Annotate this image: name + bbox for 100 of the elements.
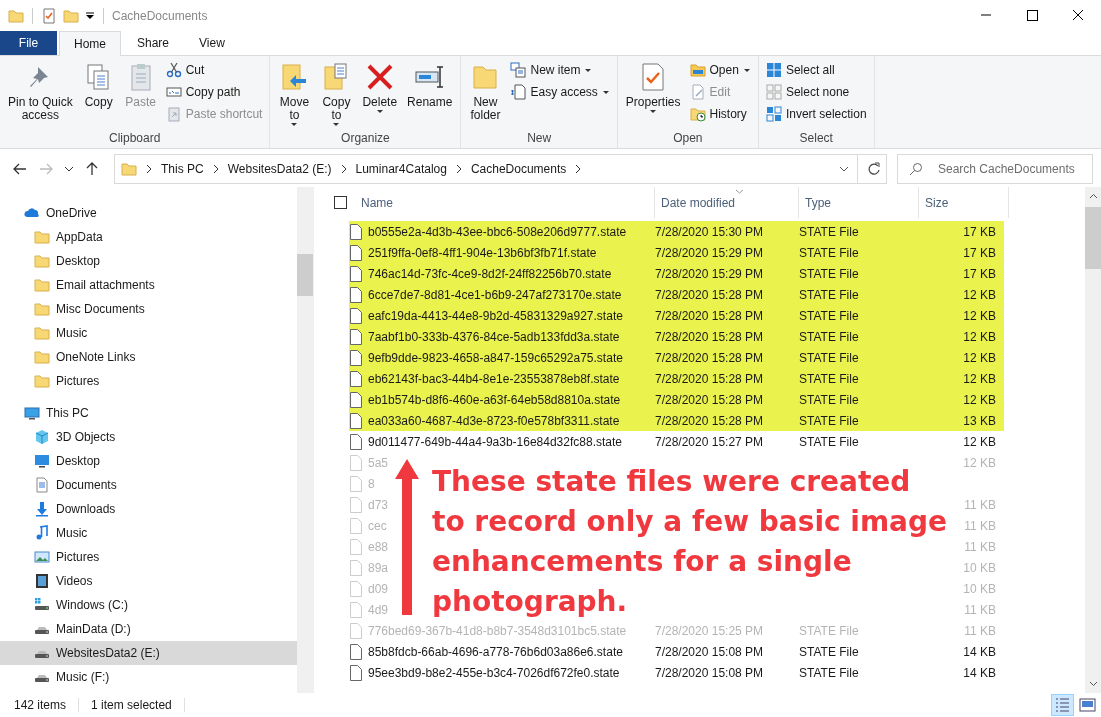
select-all-checkbox[interactable] [334, 196, 347, 209]
chevron-down-icon[interactable] [64, 164, 74, 174]
address-field[interactable]: This PC WebsitesData2 (E:) Luminar4Catalog CacheDocuments [114, 154, 887, 184]
chevron-right-icon[interactable] [339, 164, 348, 174]
scrollbar-thumb[interactable] [297, 254, 313, 296]
document-icon [34, 477, 50, 493]
nav-item[interactable]: Pictures [0, 369, 297, 393]
nav-item[interactable]: MainData (D:) [0, 617, 297, 641]
ribbon-button[interactable]: Open [686, 59, 754, 81]
nav-item[interactable]: OneNote Links [0, 345, 297, 369]
file-type: STATE File [799, 329, 859, 344]
nav-item[interactable]: Downloads [0, 497, 297, 521]
refresh-icon[interactable] [866, 161, 882, 177]
file-menu-tab[interactable]: File [0, 31, 57, 55]
chevron-down-icon[interactable] [839, 164, 849, 174]
column-header[interactable]: Type [799, 187, 919, 218]
nav-item[interactable]: Documents [0, 473, 297, 497]
chevron-right-icon[interactable] [211, 164, 220, 174]
ribbon-tab[interactable]: View [185, 31, 239, 55]
date-modified: 7/28/2020 15:28 PM [655, 350, 764, 365]
file-name[interactable]: 251f9ffa-0ef8-4ff1-904e-13b6bf3fb71f.state [368, 245, 597, 260]
dropdown-icon[interactable] [85, 10, 95, 21]
ribbon-button[interactable]: Delete [358, 59, 402, 130]
nav-item[interactable]: Music [0, 321, 297, 345]
download-arrow-icon [34, 501, 50, 517]
ribbon-button[interactable]: Move to [274, 59, 315, 130]
ribbon-button[interactable]: Select none [762, 81, 870, 103]
chevron-right-icon[interactable] [454, 164, 463, 174]
nav-item[interactable]: WebsitesData2 (E:) [0, 641, 297, 665]
drive-icon [34, 597, 50, 613]
ribbon-button[interactable]: Copy [78, 59, 119, 130]
file-name[interactable]: b0555e2a-4d3b-43ee-bbc6-508e206d9777.state [368, 224, 627, 239]
file-size: 17 KB [963, 245, 996, 260]
file-name[interactable]: 9efb9dde-9823-4658-a847-159c65292a75.state [368, 350, 623, 365]
scrollbar-thumb[interactable] [1085, 207, 1101, 269]
breadcrumb[interactable]: This PC [161, 162, 204, 176]
group-label: Open [672, 130, 704, 147]
file-name[interactable]: 85b8fdcb-66ab-4696-a778-76b6d03a86e6.state [368, 644, 623, 659]
file-name[interactable]: 6cce7de7-8d81-4ce1-b6b9-247af273170e.state [368, 287, 622, 302]
ribbon-button[interactable]: Select all [762, 59, 870, 81]
column-header[interactable]: Size [919, 187, 1009, 218]
folder-icon [34, 229, 50, 245]
chevron-right-icon[interactable] [145, 164, 153, 174]
history-clock-icon [689, 106, 706, 122]
nav-item[interactable]: AppData [0, 225, 297, 249]
breadcrumb[interactable]: Luminar4Catalog [355, 162, 447, 176]
file-name[interactable]: 746ac14d-73fc-4ce9-8d2f-24ff82256b70.state [368, 266, 612, 281]
checkmark-page-icon[interactable] [41, 7, 57, 24]
nav-item[interactable]: Music (F:) [0, 665, 297, 689]
ribbon-tab[interactable]: Share [123, 31, 184, 55]
ribbon-button[interactable]: New folder [465, 59, 506, 130]
file-type: STATE File [799, 245, 859, 260]
nav-item[interactable]: Pictures [0, 545, 297, 569]
scroll-up-icon[interactable] [1088, 193, 1098, 199]
ribbon-tab[interactable]: Home [59, 31, 121, 56]
nav-item[interactable]: Desktop [0, 249, 297, 273]
file-name[interactable]: eafc19da-4413-44e8-9b2d-45831329a927.state [368, 308, 623, 323]
ribbon-button[interactable]: Cut [162, 59, 266, 81]
file-type: STATE File [799, 350, 859, 365]
ribbon-button[interactable]: Invert selection [762, 103, 870, 125]
ribbon-button[interactable]: History [686, 103, 754, 125]
file-name[interactable]: eb1b574b-d8f6-460e-a63f-64eb58d8810a.state [368, 392, 621, 407]
up-navigation-arrow-icon[interactable] [84, 161, 100, 177]
breadcrumb[interactable]: CacheDocuments [470, 162, 567, 176]
nav-item[interactable]: Email attachments [0, 273, 297, 297]
column-header[interactable]: Date modified [655, 187, 799, 218]
back-arrow-icon[interactable] [12, 161, 28, 177]
group-label: Select [798, 130, 834, 147]
ribbon-button[interactable]: Copy to [316, 59, 357, 130]
file-name[interactable]: eb62143f-bac3-44b4-8e1e-23553878eb8f.state [368, 371, 620, 386]
search-field[interactable]: Search CacheDocuments [897, 154, 1093, 184]
file-name[interactable]: 9d011477-649b-44a4-9a3b-16e84d32fc88.state [368, 434, 622, 449]
ribbon-button[interactable]: Pin to Quick access [4, 59, 77, 130]
ribbon-button[interactable]: Easy access [507, 81, 613, 103]
path-icon [165, 84, 182, 100]
ribbon-button[interactable]: Copy path [162, 81, 266, 103]
ribbon-button[interactable]: Rename [403, 59, 457, 130]
ribbon-button[interactable]: Properties [621, 59, 685, 130]
scroll-down-icon[interactable] [1088, 681, 1098, 687]
nav-item[interactable]: Misc Documents [0, 297, 297, 321]
file-name[interactable]: 95ee3bd9-b8e2-455e-b3c4-7026df672fe0.state [368, 665, 620, 680]
date-modified: 7/28/2020 15:29 PM [655, 245, 764, 260]
status-text: 1 item selected [91, 698, 185, 712]
folder-icon [34, 325, 50, 341]
ribbon-button[interactable]: New item [507, 59, 613, 81]
computer-icon [24, 405, 40, 421]
file-name[interactable]: 7aabf1b0-333b-4376-84ce-5adb133fdd3a.state [368, 329, 620, 344]
nav-item[interactable]: Windows (C:) [0, 593, 297, 617]
file-name[interactable]: ea033a60-4687-4d3e-8723-f0e578bf3311.state [368, 413, 620, 428]
picture-icon [34, 549, 50, 565]
folder-icon [121, 161, 137, 177]
nav-item[interactable]: 3D Objects [0, 425, 297, 449]
breadcrumb[interactable]: WebsitesData2 (E:) [227, 162, 332, 176]
nav-item[interactable]: Music [0, 521, 297, 545]
nav-item[interactable]: This PC [0, 401, 297, 425]
nav-item[interactable]: OneDrive [0, 201, 297, 225]
chevron-right-icon[interactable] [574, 164, 583, 174]
column-header[interactable]: Name [355, 187, 655, 218]
nav-item[interactable]: Videos [0, 569, 297, 593]
nav-item[interactable]: Desktop [0, 449, 297, 473]
